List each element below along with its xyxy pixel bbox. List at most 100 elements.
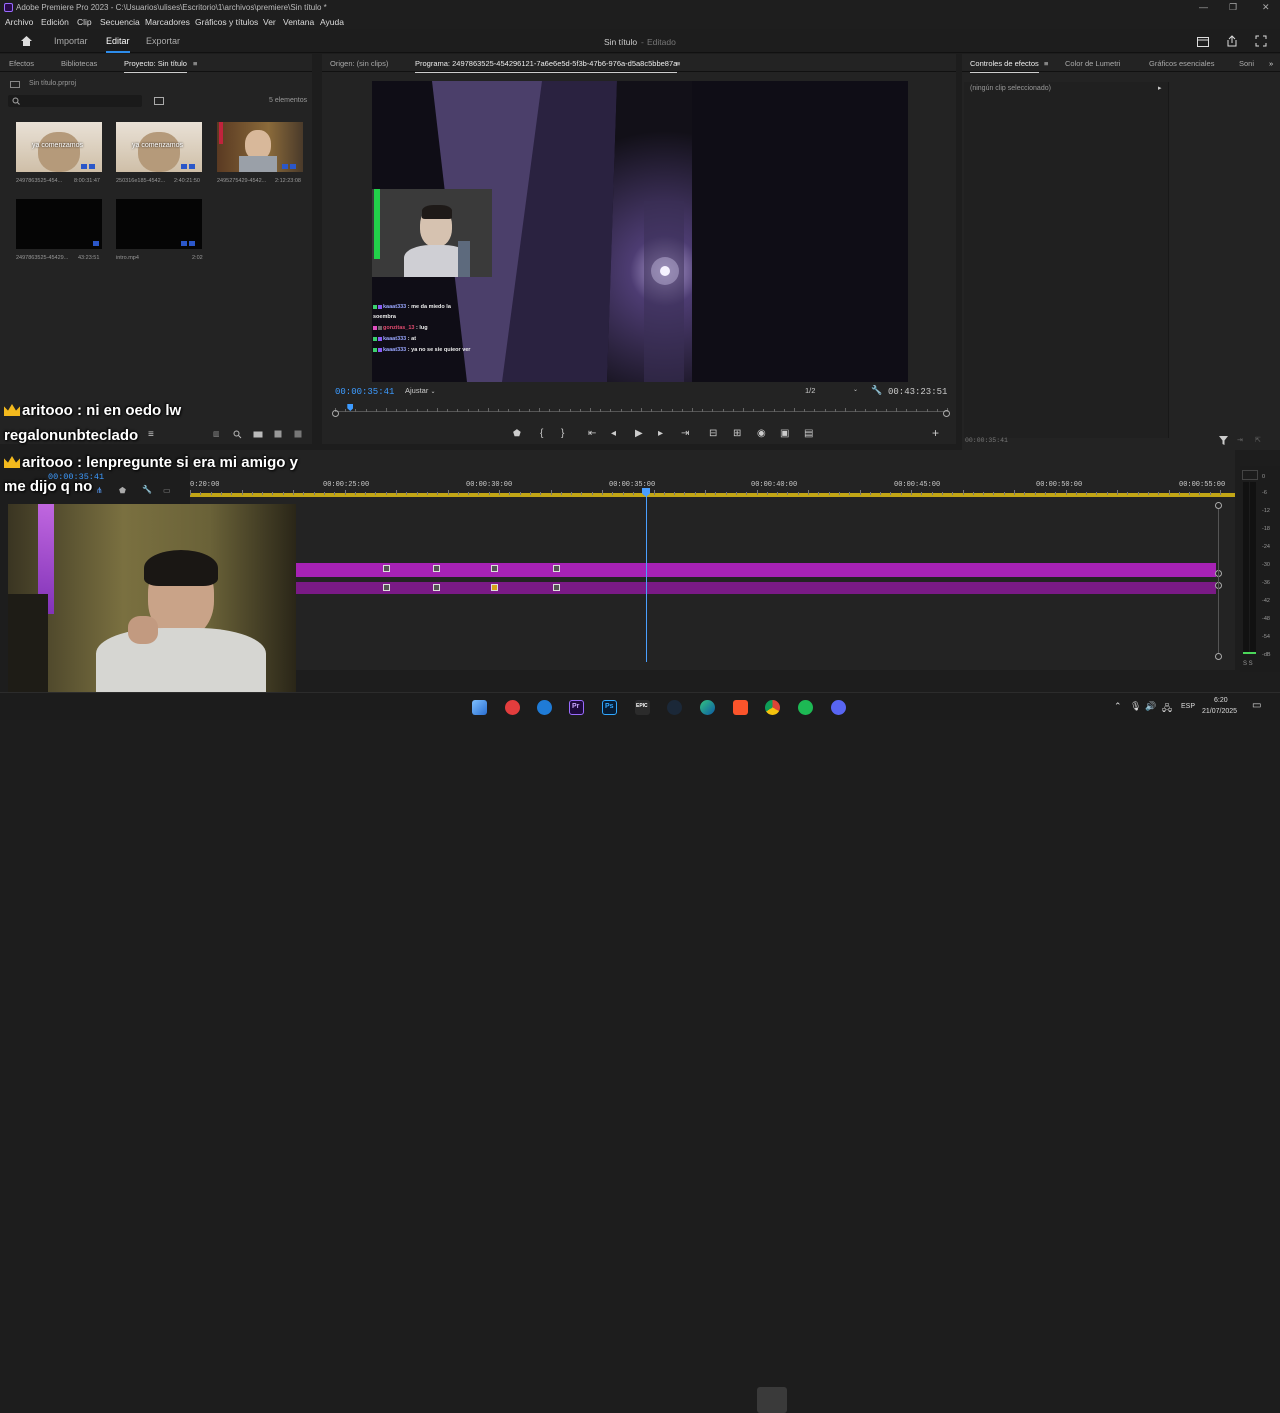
language-indicator[interactable]: ESP <box>1181 703 1195 710</box>
cursor-app-icon[interactable] <box>537 700 552 715</box>
export-frame-icon[interactable]: ◉ <box>757 428 766 439</box>
clip-marker[interactable] <box>383 565 390 572</box>
photoshop-icon[interactable]: Ps <box>602 700 617 715</box>
new-item-icon[interactable] <box>274 430 282 438</box>
fullscreen-icon[interactable] <box>1255 35 1267 47</box>
step-icon[interactable]: ⇥ <box>1237 436 1243 444</box>
settings-wrench-icon[interactable]: 🔧 <box>142 485 152 494</box>
play-icon[interactable]: ▶ <box>635 428 643 439</box>
network-icon[interactable]: 🖧 <box>1162 701 1172 717</box>
extract-icon[interactable]: ⊞ <box>733 428 741 439</box>
export-icon[interactable]: ⇱ <box>1255 436 1261 444</box>
program-scrub-bar[interactable] <box>332 404 950 418</box>
program-video-frame[interactable]: kaaat333 : me da miedo la soembra gonzit… <box>372 81 908 382</box>
premiere-pro-icon[interactable]: Pr <box>569 700 584 715</box>
track-scroll-handle[interactable] <box>1215 653 1222 660</box>
list-view-icon[interactable]: ≡ <box>148 429 154 440</box>
clip-marker[interactable] <box>553 565 560 572</box>
volume-icon[interactable]: 🔊 <box>1145 701 1156 712</box>
menu-ver[interactable]: Ver <box>263 17 276 27</box>
tab-lumetri[interactable]: Color de Lumetri <box>1065 59 1120 68</box>
share-icon[interactable] <box>1226 35 1238 47</box>
tab-controles-efectos[interactable]: Controles de efectos <box>970 59 1039 73</box>
project-item[interactable]: ya comenzamos <box>116 122 202 172</box>
menu-archivo[interactable]: Archivo <box>5 17 33 27</box>
menu-marcadores[interactable]: Marcadores <box>145 17 190 27</box>
track-scroll-bar[interactable] <box>1218 509 1219 653</box>
menu-graficos[interactable]: Gráficos y títulos <box>195 17 258 27</box>
restore-icon[interactable]: ❐ <box>1229 2 1237 13</box>
scrub-start-handle[interactable] <box>332 410 339 417</box>
clip-marker[interactable] <box>553 584 560 591</box>
home-icon[interactable] <box>20 35 33 47</box>
wrench-icon[interactable]: 🔧 <box>871 385 882 396</box>
sort-icon[interactable]: ▥ <box>213 430 220 438</box>
clip-marker[interactable] <box>383 584 390 591</box>
step-forward-icon[interactable]: ▸ <box>658 428 663 439</box>
tab-origen[interactable]: Origen: (sin clips) <box>330 59 388 68</box>
add-button-icon[interactable]: + <box>932 426 939 440</box>
microphone-icon[interactable]: 🎙 <box>1130 701 1141 712</box>
tab-importar[interactable]: Importar <box>54 36 88 46</box>
search-input[interactable] <box>8 95 142 107</box>
menu-ayuda[interactable]: Ayuda <box>320 17 344 27</box>
captions-icon[interactable]: ▭ <box>163 486 171 495</box>
tab-sonido[interactable]: Soni <box>1239 59 1254 68</box>
close-icon[interactable]: ✕ <box>1262 2 1270 13</box>
clip-marker[interactable] <box>433 565 440 572</box>
effects-menu-icon[interactable]: ≡ <box>1044 59 1048 68</box>
menu-ventana[interactable]: Ventana <box>283 17 314 27</box>
tab-editar[interactable]: Editar <box>106 36 130 53</box>
new-bin-icon[interactable] <box>154 96 164 105</box>
resolution-dropdown[interactable]: 1/2 ⌄ <box>805 386 859 397</box>
project-item[interactable] <box>116 199 202 249</box>
go-to-out-icon[interactable]: ⇥ <box>681 428 689 439</box>
marker-icon[interactable]: ⬟ <box>119 486 126 495</box>
panel-layout-icon[interactable] <box>1197 37 1209 47</box>
clip-marker[interactable] <box>433 584 440 591</box>
new-folder-icon[interactable] <box>253 430 263 438</box>
clip-marker[interactable] <box>491 584 498 591</box>
project-item[interactable]: ya comenzamos <box>16 122 102 172</box>
menu-clip[interactable]: Clip <box>77 17 92 27</box>
mark-out-icon[interactable]: } <box>561 428 564 439</box>
filter-icon[interactable] <box>1219 436 1228 445</box>
tray-chevron-icon[interactable]: ⌃ <box>1114 701 1122 712</box>
project-item[interactable] <box>217 122 303 172</box>
chrome-icon[interactable] <box>765 700 780 715</box>
fit-dropdown[interactable]: Ajustar ⌄ <box>405 386 459 397</box>
monitor-menu-icon[interactable]: ≡ <box>676 59 680 68</box>
clock-date[interactable]: 21/07/2025 <box>1202 708 1237 715</box>
step-back-icon[interactable]: ◂ <box>611 428 616 439</box>
steam-icon[interactable] <box>667 700 682 715</box>
clip-marker[interactable] <box>491 565 498 572</box>
explorer-icon[interactable] <box>472 700 487 715</box>
more-tabs-icon[interactable]: » <box>1269 59 1273 68</box>
menu-edicion[interactable]: Edición <box>41 17 69 27</box>
clear-icon[interactable] <box>294 430 302 438</box>
scrub-end-handle[interactable] <box>943 410 950 417</box>
tab-proyecto[interactable]: Proyecto: Sin título <box>124 59 187 73</box>
track-scroll-handle[interactable] <box>1215 502 1222 509</box>
project-item[interactable] <box>16 199 102 249</box>
tab-graficos-esenciales[interactable]: Gráficos esenciales <box>1149 59 1214 68</box>
spotify-icon[interactable] <box>798 700 813 715</box>
edge-icon[interactable] <box>700 700 715 715</box>
tab-programa[interactable]: Programa: 2497863525-454296121-7a6e6e5d-… <box>415 59 678 73</box>
lift-icon[interactable]: ⊟ <box>709 428 717 439</box>
proxy-toggle-icon[interactable]: ▤ <box>804 428 813 439</box>
add-marker-icon[interactable]: ⬟ <box>513 428 521 439</box>
expand-arrow-icon[interactable]: ▸ <box>1158 84 1162 92</box>
discord-icon[interactable] <box>831 700 846 715</box>
clock-time[interactable]: 6:20 <box>1214 697 1228 704</box>
menu-secuencia[interactable]: Secuencia <box>100 17 140 27</box>
find-icon[interactable] <box>233 430 242 439</box>
mark-in-icon[interactable]: { <box>540 428 543 439</box>
snap-icon[interactable]: ⋔ <box>96 486 103 495</box>
notifications-icon[interactable]: ▭ <box>1252 700 1261 711</box>
meter-solo-labels[interactable]: S S <box>1243 661 1253 667</box>
brave-icon[interactable] <box>733 700 748 715</box>
program-timecode[interactable]: 00:00:35:41 <box>335 387 394 397</box>
tab-efectos[interactable]: Efectos <box>9 59 34 68</box>
tab-bibliotecas[interactable]: Bibliotecas <box>61 59 97 68</box>
